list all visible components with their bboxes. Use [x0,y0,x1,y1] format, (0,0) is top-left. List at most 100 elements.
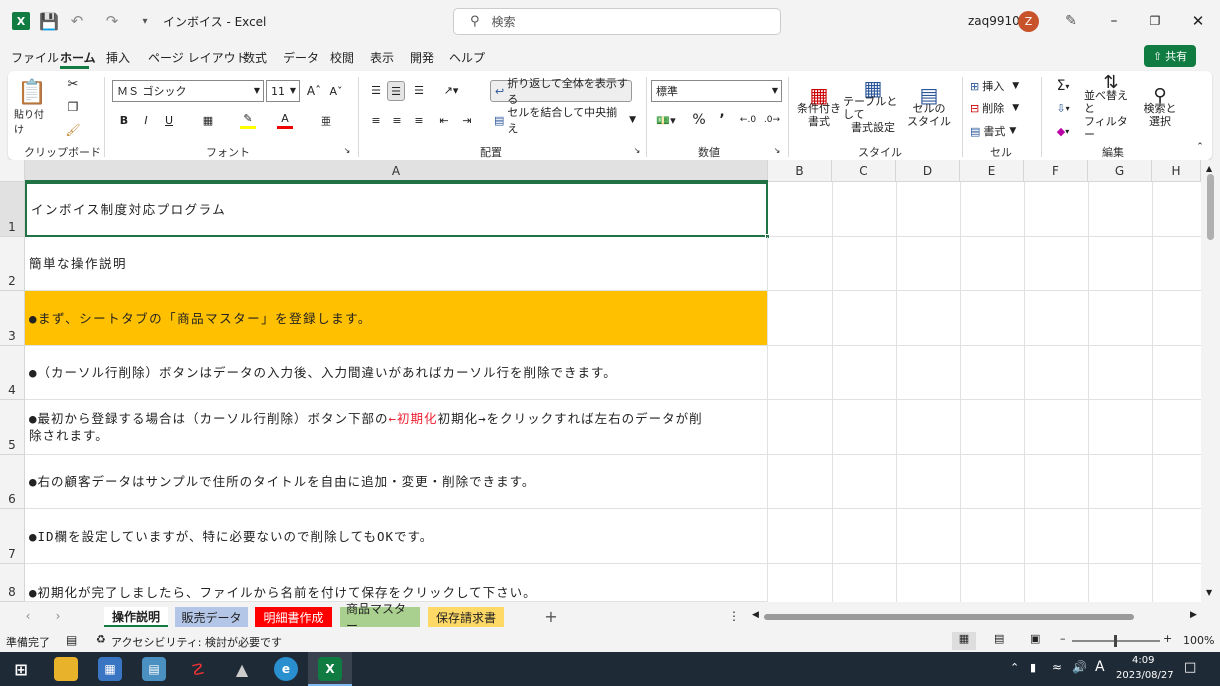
scroll-right-icon[interactable]: ▶ [1190,610,1197,620]
vertical-scrollbar[interactable]: ▲ ▼ [1201,160,1220,602]
tab-home[interactable]: ホーム [60,49,96,66]
row-header-2[interactable]: 2 [0,237,25,291]
sheet-tab-product-master[interactable]: 商品マスター [340,602,420,633]
number-dialog-launcher-icon[interactable]: ↘ [772,145,782,155]
save-icon[interactable]: 💾 [39,12,59,31]
cell-a7[interactable]: ●ID欄を設定していますが、特に必要ないので削除してもOKです。 [25,509,768,564]
chevron-up-icon[interactable]: ⌃ [1010,661,1019,674]
tab-page-layout[interactable]: ページ レイアウト [148,49,248,66]
percent-icon[interactable]: % [690,111,708,129]
search-box[interactable]: ⚲ 検索 [453,8,781,35]
ime-indicator[interactable]: A [1095,659,1105,675]
row-header-6[interactable]: 6 [0,455,25,509]
windows-start-icon[interactable]: ⊞ [9,657,33,681]
wifi-icon[interactable]: ≈ [1052,660,1062,674]
macro-record-icon[interactable]: ▤ [66,633,77,647]
find-select-button[interactable]: ⚲ 検索と 選択 [1140,77,1180,139]
wrap-text-button[interactable]: ↩ 折り返して全体を表示する [490,77,632,106]
format-cells-button[interactable]: ▤ 書式 ▼ [970,122,1032,140]
column-header-f[interactable]: F [1024,160,1088,182]
cell-a3[interactable]: ●まず、シートタブの「商品マスター」を登録します。 [25,291,768,346]
accessibility-status[interactable]: アクセシビリティ: 検討が必要です [111,634,282,650]
increase-indent-icon[interactable]: ⇥ [459,111,475,129]
close-button[interactable]: ✕ [1186,10,1210,32]
cell-a5[interactable]: ●最初から登録する場合は（カーソル行削除）ボタン下部の←初期化初期化→をクリック… [25,400,768,455]
undo-icon[interactable]: ↶ [68,12,86,30]
pen-icon[interactable]: ✎ [1062,12,1080,30]
comma-style-icon[interactable]: ’ [713,111,731,129]
phonetic-icon[interactable]: 亜 [318,111,334,129]
align-top-icon[interactable]: ☰ [368,81,384,99]
edge-browser-icon[interactable]: e [274,657,298,681]
delete-cells-button[interactable]: ⊟ 削除 ▼ [970,99,1032,117]
clock-date[interactable]: 2023/08/27 [1116,670,1174,681]
column-header-e[interactable]: E [960,160,1024,182]
font-size-select[interactable]: 11 ▼ [266,80,300,102]
avatar[interactable]: Z [1018,11,1039,32]
vertical-scroll-thumb[interactable] [1207,174,1214,240]
scroll-down-icon[interactable]: ▼ [1206,588,1212,597]
more-options-icon[interactable]: ⋮ [728,608,740,624]
zoom-out-icon[interactable]: – [1060,632,1066,645]
alignment-dialog-launcher-icon[interactable]: ↘ [632,145,642,155]
currency-icon[interactable]: 💵▾ [653,111,679,129]
column-header-d[interactable]: D [896,160,960,182]
excel-taskbar-button[interactable]: X [308,652,352,686]
increase-decimal-icon[interactable]: ←.0 [738,111,758,129]
number-format-select[interactable]: 標準 ▼ [651,80,782,102]
cell-a1[interactable]: インボイス制度対応プログラム [25,182,768,237]
battery-icon[interactable]: ▮ [1030,661,1036,674]
cell-a8[interactable]: ●初期化が完了しましたら、ファイルから名前を付けて保存をクリックして下さい。 [25,564,768,602]
volume-icon[interactable]: 🔊 [1072,660,1087,674]
cell-a2[interactable]: 簡単な操作説明 [25,237,768,291]
normal-view-icon[interactable]: ▦ [952,632,976,650]
column-header-h[interactable]: H [1152,160,1201,182]
decrease-font-icon[interactable]: Aˇ [328,82,344,100]
cell-styles-button[interactable]: ▤ セルの スタイル [905,77,953,139]
align-left-icon[interactable]: ≡ [368,111,384,129]
customize-qat-icon[interactable]: ▾ [138,12,152,30]
cell-a4[interactable]: ●（カーソル行削除）ボタンはデータの入力後、入力間違いがあればカーソル行を削除で… [25,346,768,400]
accessibility-icon[interactable]: ♻ [96,633,106,646]
fill-color-icon[interactable]: ✎ [240,111,256,129]
cut-icon[interactable]: ✂ [64,75,82,93]
sheet-tab-statement[interactable]: 明細書作成 [255,607,332,627]
collapse-ribbon-icon[interactable]: ⌃ [1194,141,1206,153]
zoom-in-icon[interactable]: + [1163,632,1172,645]
sort-filter-button[interactable]: ⇅ 並べ替えと フィルター [1084,73,1138,141]
tab-file[interactable]: ファイル [11,49,59,66]
sheet-tab-sales-data[interactable]: 販売データ [175,607,248,627]
align-middle-icon[interactable]: ☰ [387,81,405,101]
tab-formulas[interactable]: 数式 [243,49,267,66]
tab-review[interactable]: 校閲 [330,49,354,66]
clear-icon[interactable]: ◆ ▾ [1050,122,1076,140]
notification-icon[interactable]: □ [1184,660,1196,675]
increase-font-icon[interactable]: Aˆ [306,82,322,100]
paste-button[interactable]: 📋 貼り付け [14,77,50,137]
store-icon[interactable]: ▦ [98,657,122,681]
sheet-tab-saved-invoices[interactable]: 保存請求書 [428,607,504,627]
format-painter-icon[interactable]: 🖌 [64,121,82,139]
scroll-up-icon[interactable]: ▲ [1206,164,1212,173]
tab-data[interactable]: データ [283,49,319,66]
tab-view[interactable]: 表示 [370,49,394,66]
merge-center-button[interactable]: ▤ セルを結合して中央揃え ▼ [492,106,636,135]
column-header-a[interactable]: A [25,160,768,182]
file-explorer-icon[interactable] [54,657,78,681]
row-header-4[interactable]: 4 [0,346,25,400]
copy-icon[interactable]: ❐ [64,98,82,116]
row-header-5[interactable]: 5 [0,400,25,455]
user-name[interactable]: zaq9910 [968,13,1020,29]
prev-sheet-icon[interactable]: ‹ [22,609,34,623]
next-sheet-icon[interactable]: › [52,609,64,623]
page-layout-view-icon[interactable]: ▤ [994,632,1004,645]
clock-time[interactable]: 4:09 [1132,655,1154,666]
tab-insert[interactable]: 挿入 [106,49,130,66]
row-header-7[interactable]: 7 [0,509,25,564]
orientation-icon[interactable]: ↗▾ [440,81,462,99]
font-name-select[interactable]: ＭＳ ゴシック ▼ [112,80,264,102]
row-header-3[interactable]: 3 [0,291,25,346]
share-button[interactable]: ⇧ 共有 [1144,45,1196,67]
scroll-left-icon[interactable]: ◀ [752,610,759,620]
redo-icon[interactable]: ↷ [103,12,121,30]
